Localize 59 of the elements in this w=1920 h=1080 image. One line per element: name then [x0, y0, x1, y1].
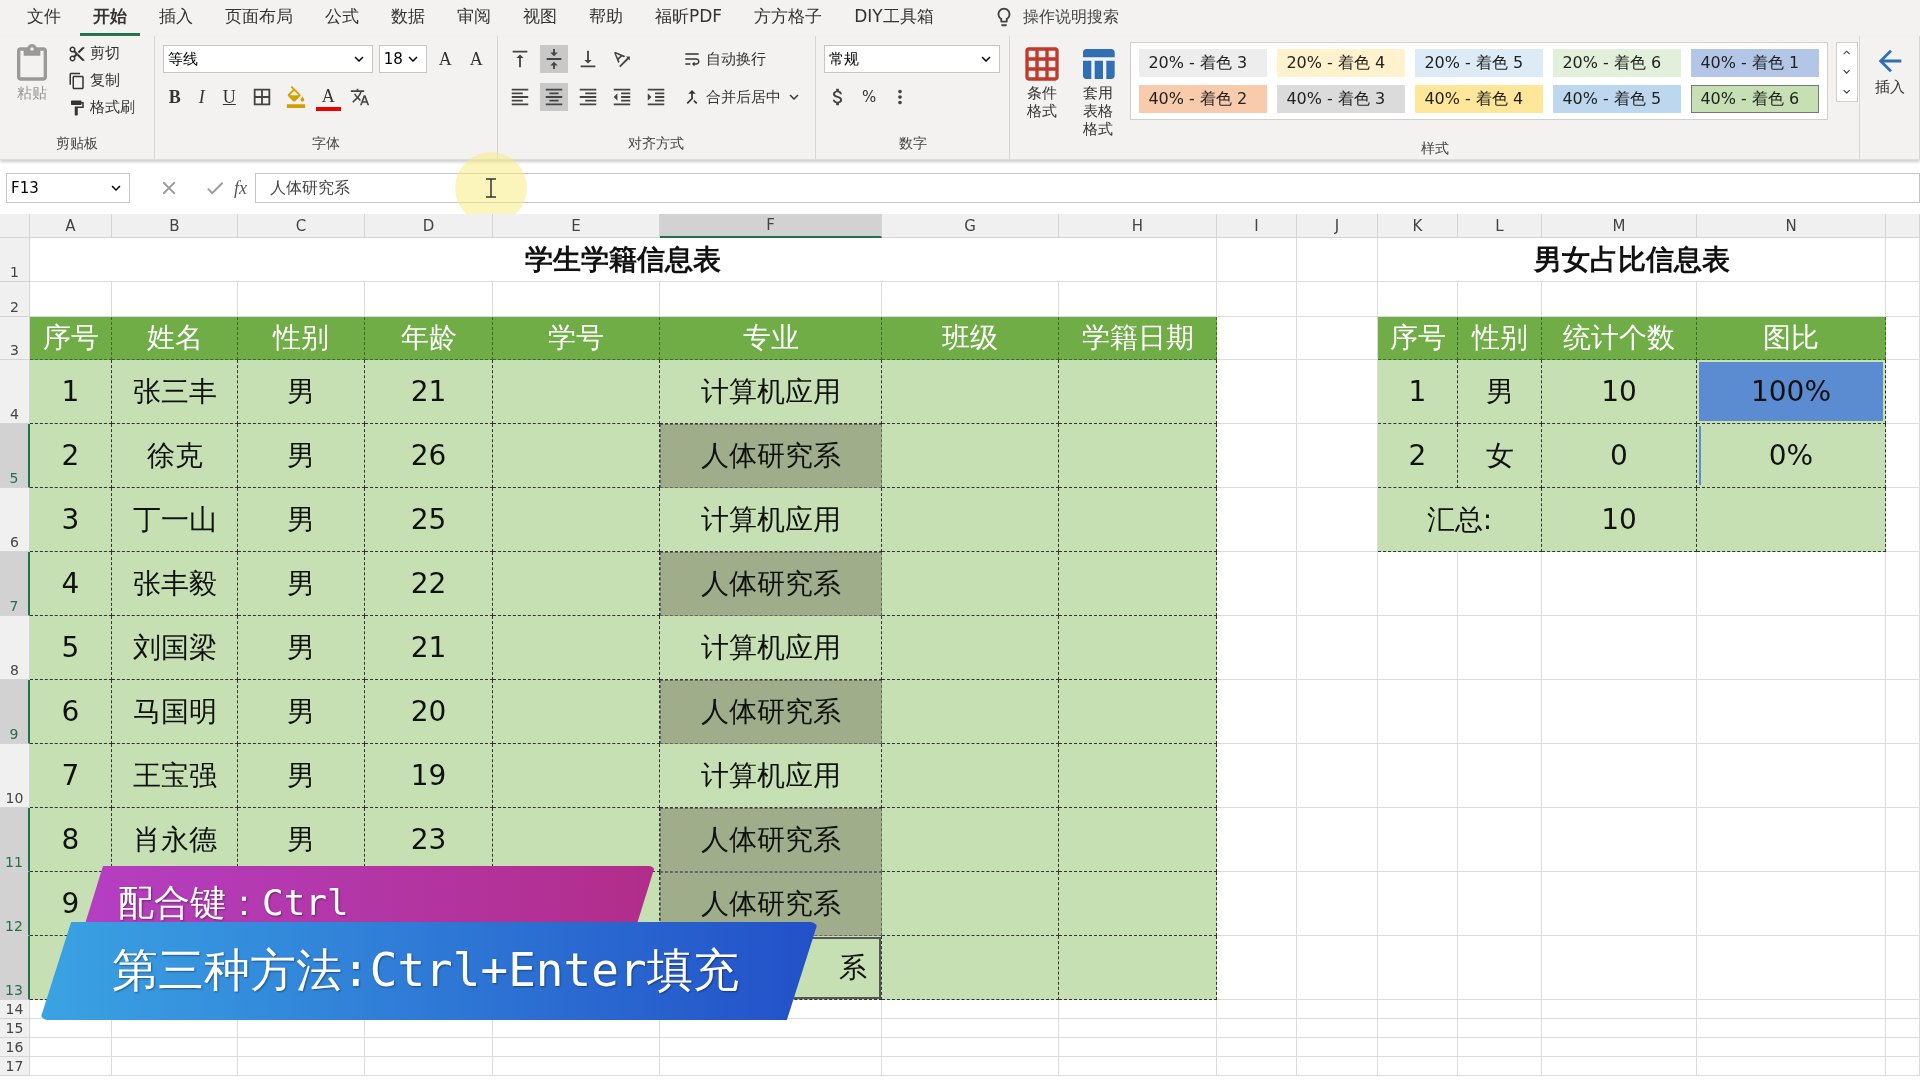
table-cell: 21 — [365, 360, 493, 424]
table-cell: 汇总: — [1378, 488, 1542, 552]
cell-text: 100% — [1750, 375, 1832, 408]
column-heading: 班级 — [882, 317, 1059, 360]
table-cell: 25 — [365, 488, 493, 552]
column-heading: 学号 — [493, 317, 660, 360]
table-cell: 女 — [1458, 424, 1542, 488]
table-cell: 0 — [1542, 424, 1697, 488]
table-cell: 20 — [365, 680, 493, 744]
table-cell: 王宝强 — [112, 744, 238, 808]
table-cell: 5 — [30, 616, 112, 680]
table-cell: 刘国梁 — [112, 616, 238, 680]
table-cell: 26 — [365, 424, 493, 488]
table-cell: 男 — [238, 360, 365, 424]
table-cell: 2 — [30, 424, 112, 488]
table-cell: 男 — [238, 680, 365, 744]
table-cell: 徐克 — [112, 424, 238, 488]
group-label: 数字 — [897, 135, 928, 153]
table-cell: 19 — [365, 744, 493, 808]
table-cell: 4 — [30, 552, 112, 616]
table-cell: 10 — [1542, 360, 1697, 424]
table-cell: 男 — [238, 424, 365, 488]
table-cell: 男 — [238, 488, 365, 552]
table-cell: 2 — [1378, 424, 1458, 488]
caption-toast: 第三种方法:Ctrl+Enter填充 — [40, 922, 818, 1020]
table-cell: 21 — [365, 616, 493, 680]
table-cell: 3 — [30, 488, 112, 552]
table-cell: 1 — [30, 360, 112, 424]
table-cell: 22 — [365, 552, 493, 616]
column-heading: 序号 — [1378, 317, 1458, 360]
table-cell: 7 — [30, 744, 112, 808]
group-label: 剪贴板 — [54, 135, 99, 153]
table-cell: 男 — [238, 552, 365, 616]
table-cell: 张丰毅 — [112, 552, 238, 616]
column-heading: 专业 — [660, 317, 882, 360]
column-heading: 学籍日期 — [1059, 317, 1217, 360]
table-cell: 张三丰 — [112, 360, 238, 424]
group-label: 样式 — [1419, 140, 1450, 158]
column-heading: 年龄 — [365, 317, 493, 360]
table-cell: 6 — [30, 680, 112, 744]
table-cell: 丁一山 — [112, 488, 238, 552]
column-heading: 统计个数 — [1542, 317, 1697, 360]
group-label: 字体 — [310, 135, 341, 153]
table-cell: 男 — [1458, 360, 1542, 424]
table-title: 学生学籍信息表 — [30, 238, 1217, 282]
group-label: 对齐方式 — [627, 135, 686, 153]
cell-text: 0% — [1768, 439, 1814, 472]
table-cell: 男 — [238, 616, 365, 680]
column-heading: 图比 — [1697, 317, 1886, 360]
column-heading: 姓名 — [112, 317, 238, 360]
table-cell: 马国明 — [112, 680, 238, 744]
table-cell: 10 — [1542, 488, 1697, 552]
table-title: 男女占比信息表 — [1378, 238, 1886, 282]
table-cell: 1 — [1378, 360, 1458, 424]
column-heading: 性别 — [238, 317, 365, 360]
table-cell: 男 — [238, 744, 365, 808]
table-cell: 8 — [30, 808, 112, 872]
column-heading: 序号 — [30, 317, 112, 360]
column-heading: 性别 — [1458, 317, 1542, 360]
